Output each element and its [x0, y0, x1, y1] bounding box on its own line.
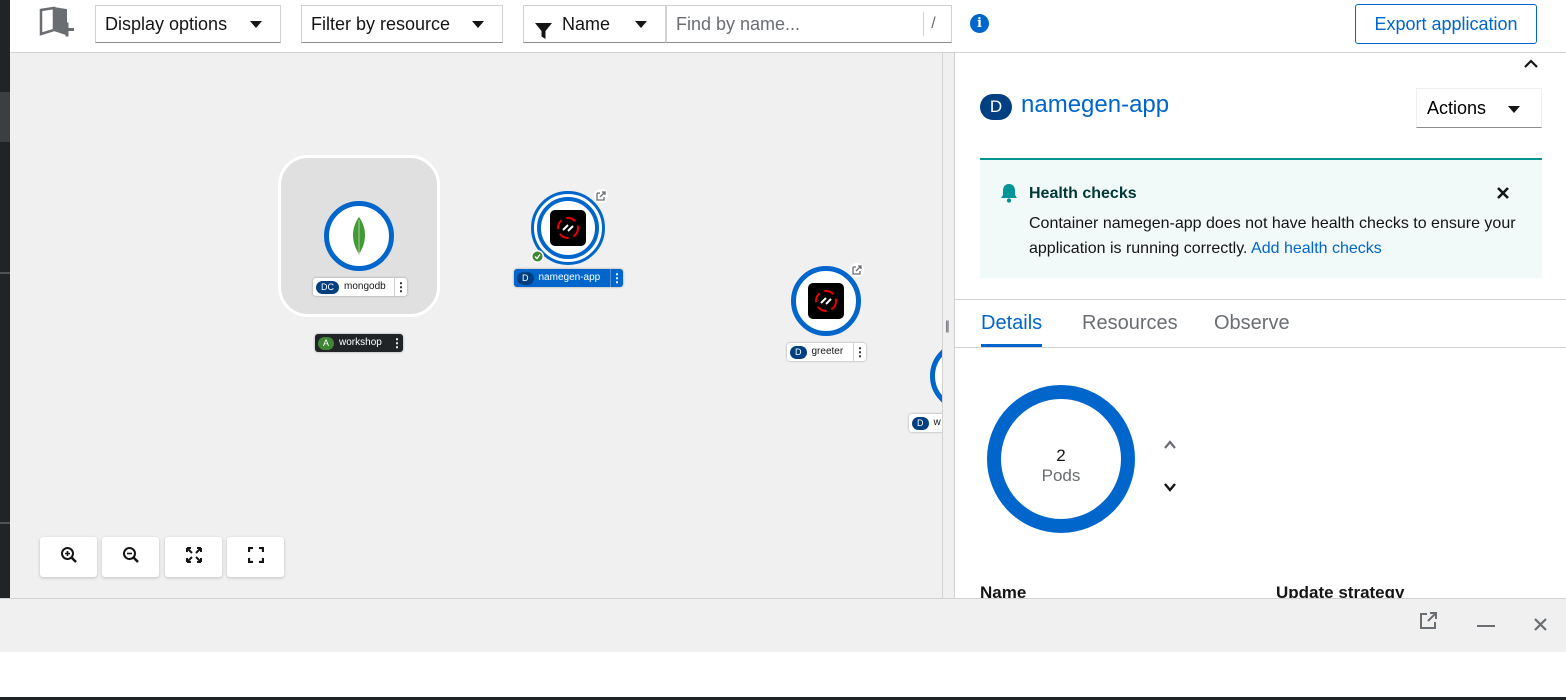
filter-by-resource-label: Filter by resource: [311, 14, 451, 34]
application-badge: A: [318, 336, 335, 350]
namegen-app-node-label[interactable]: D namegen-app ⋮: [514, 269, 623, 287]
name-heading: Name: [980, 583, 1027, 598]
side-panel: D namegen-app Actions Health checks Cont…: [955, 53, 1566, 598]
minimize-icon[interactable]: [1477, 625, 1495, 627]
caret-down-icon: [250, 21, 262, 28]
fit-to-screen-button[interactable]: [165, 537, 222, 577]
actions-dropdown[interactable]: Actions: [1416, 88, 1542, 128]
search-shortcut-hint: /: [923, 12, 943, 36]
partial-node-label[interactable]: D w: [909, 414, 942, 432]
zoom-in-button[interactable]: [40, 537, 97, 577]
tab-resources[interactable]: Resources: [1082, 312, 1178, 335]
filter-icon: [535, 16, 552, 52]
panel-tabs: Details Resources Observe: [955, 299, 1566, 348]
zoom-out-icon: [122, 546, 140, 569]
node-name: w: [933, 417, 941, 428]
alert-body: Container namegen-app does not have heal…: [1029, 211, 1519, 261]
close-panel-icon[interactable]: [1524, 53, 1538, 74]
export-application-button[interactable]: Export application: [1355, 4, 1537, 44]
mongodb-node[interactable]: [324, 201, 394, 271]
application-name: workshop: [339, 337, 382, 348]
mongodb-leaf-icon: [347, 216, 371, 261]
panel-title: namegen-app: [1021, 91, 1170, 118]
node-name: greeter: [811, 346, 844, 357]
node-name: namegen-app: [538, 272, 601, 283]
quarkus-runtime-icon: [550, 210, 586, 246]
node-name: mongodb: [344, 281, 386, 292]
quarkus-runtime-icon: [808, 283, 844, 319]
zoom-out-button[interactable]: [102, 537, 159, 577]
open-url-icon[interactable]: [850, 263, 864, 277]
greeter-node-label[interactable]: D greeter ⋮: [787, 343, 866, 361]
actions-label: Actions: [1427, 97, 1487, 118]
tab-details[interactable]: Details: [981, 312, 1042, 335]
caret-down-icon: [472, 21, 484, 28]
quick-search-book-icon[interactable]: [38, 6, 76, 40]
filter-type-dropdown[interactable]: Name: [523, 5, 666, 43]
deployment-badge: D: [790, 345, 807, 359]
deployment-config-badge: DC: [316, 280, 339, 294]
health-checks-alert: Health checks Container namegen-app does…: [980, 158, 1542, 278]
caret-down-icon: [1508, 106, 1520, 113]
filter-by-resource-dropdown[interactable]: Filter by resource: [301, 5, 503, 43]
topology-toolbar: Display options Filter by resource Name …: [10, 0, 1566, 53]
update-strategy-heading: Update strategy: [1276, 583, 1405, 598]
close-alert-icon[interactable]: [1496, 184, 1510, 205]
deployment-badge: D: [980, 94, 1012, 120]
close-icon[interactable]: [1533, 617, 1548, 637]
add-health-checks-link[interactable]: Add health checks: [1251, 240, 1382, 257]
pod-count-label: Pods: [1041, 466, 1081, 485]
kebab-menu-icon[interactable]: ⋮: [853, 343, 866, 361]
panel-resize-handle[interactable]: [942, 53, 955, 598]
build-status-check-icon: [531, 250, 544, 263]
terminal-area: [0, 652, 1566, 700]
left-nav-strip: [0, 0, 10, 598]
external-link-icon[interactable]: [1419, 611, 1438, 635]
pod-count: 2: [1056, 446, 1066, 465]
mongodb-node-label[interactable]: DC mongodb ⋮: [313, 278, 407, 296]
info-icon[interactable]: i: [970, 14, 989, 33]
pod-count-display: 2 Pods: [980, 446, 1142, 486]
display-options-label: Display options: [105, 14, 228, 34]
display-options-dropdown[interactable]: Display options: [95, 5, 281, 43]
kebab-menu-icon[interactable]: ⋮: [391, 334, 403, 352]
reset-view-button[interactable]: [227, 537, 284, 577]
expand-corners-icon: [247, 546, 264, 568]
active-tab-indicator: [981, 344, 1042, 347]
open-url-icon[interactable]: [594, 189, 608, 203]
alert-title: Health checks: [1029, 185, 1137, 202]
kebab-menu-icon[interactable]: ⋮: [610, 269, 623, 287]
partial-node[interactable]: [930, 341, 942, 411]
kebab-menu-icon[interactable]: ⋮: [394, 278, 407, 296]
application-workshop-label[interactable]: A workshop ⋮: [315, 334, 403, 352]
zoom-in-icon: [60, 546, 78, 569]
tab-observe[interactable]: Observe: [1214, 312, 1290, 335]
resize-grip-icon: ||: [945, 318, 950, 333]
find-by-name-input[interactable]: [666, 5, 952, 43]
scale-down-icon[interactable]: [1164, 479, 1176, 497]
bottom-drawer: [0, 598, 1566, 652]
topology-canvas[interactable]: DC mongodb ⋮ A workshop ⋮ D namegen-app …: [10, 53, 942, 598]
filter-type-label: Name: [562, 14, 611, 34]
bell-icon: [1000, 183, 1018, 208]
expand-arrows-icon: [185, 546, 202, 568]
caret-down-icon: [635, 21, 647, 28]
deployment-badge: D: [912, 416, 929, 430]
deployment-badge: D: [517, 271, 534, 285]
scale-up-icon[interactable]: [1164, 436, 1176, 454]
